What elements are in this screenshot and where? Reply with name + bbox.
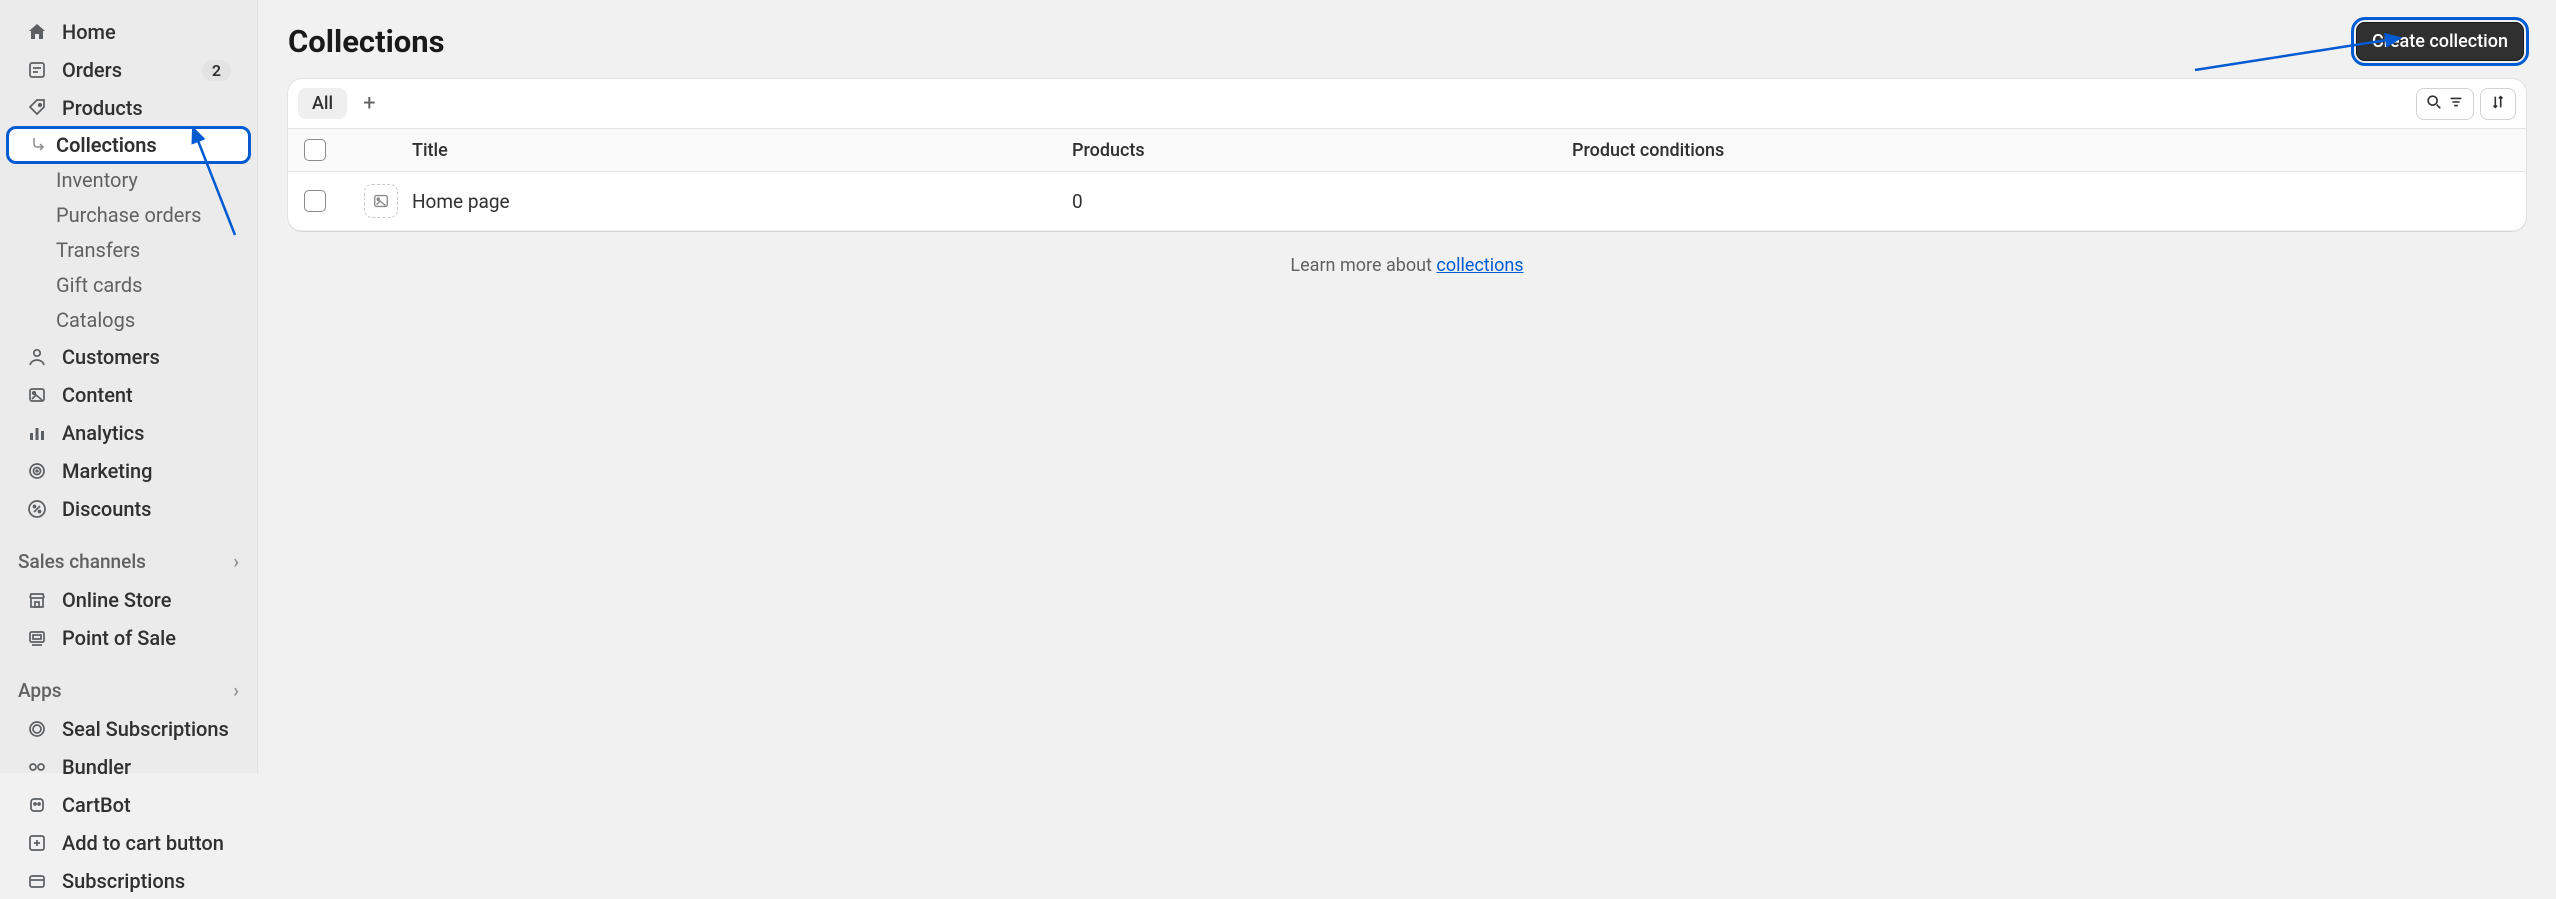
home-icon <box>26 21 48 43</box>
app-icon <box>26 832 48 854</box>
sidebar-item-label: Subscriptions <box>62 869 185 893</box>
sidebar-subitem-transfers[interactable]: Transfers <box>8 233 249 267</box>
sidebar-subitem-gift-cards[interactable]: Gift cards <box>8 268 249 302</box>
sort-icon <box>2489 93 2507 115</box>
sidebar-subitem-inventory[interactable]: Inventory <box>8 163 249 197</box>
sidebar-subitem-collections[interactable]: Collections <box>8 128 249 162</box>
sidebar-item-cartbot[interactable]: CartBot <box>8 787 249 823</box>
sidebar-item-marketing[interactable]: Marketing <box>8 453 249 489</box>
sidebar-item-label: Products <box>62 96 143 120</box>
select-all-checkbox[interactable] <box>304 139 326 161</box>
sidebar-item-label: Purchase orders <box>56 203 201 227</box>
sidebar-item-label: Bundler <box>62 755 131 779</box>
chevron-right-icon: › <box>233 679 239 702</box>
sidebar-item-label: Add to cart button <box>62 831 224 855</box>
learn-more-footer: Learn more about collections <box>258 231 2556 300</box>
section-label: Sales channels <box>18 550 146 573</box>
sidebar: Home Orders 2 Products Collections Inven… <box>0 0 258 773</box>
target-icon <box>26 460 48 482</box>
pos-icon <box>26 627 48 649</box>
search-filter-button[interactable] <box>2416 88 2474 120</box>
section-header-sales-channels[interactable]: Sales channels › <box>0 543 257 580</box>
sidebar-item-pos[interactable]: Point of Sale <box>8 620 249 656</box>
app-icon <box>26 718 48 740</box>
orders-icon <box>26 59 48 81</box>
sidebar-item-discounts[interactable]: Discounts <box>8 491 249 527</box>
search-icon <box>2425 93 2443 115</box>
section-header-apps[interactable]: Apps › <box>0 672 257 709</box>
collections-help-link[interactable]: collections <box>1436 255 1523 276</box>
column-header-conditions[interactable]: Product conditions <box>1572 140 2510 161</box>
app-icon <box>26 870 48 892</box>
sidebar-item-online-store[interactable]: Online Store <box>8 582 249 618</box>
sidebar-item-label: Online Store <box>62 588 171 612</box>
table-header: Title Products Product conditions <box>288 128 2526 172</box>
sidebar-item-customers[interactable]: Customers <box>8 339 249 375</box>
sidebar-item-products[interactable]: Products <box>8 90 249 126</box>
learn-more-text: Learn more about <box>1290 255 1436 276</box>
sidebar-item-orders[interactable]: Orders 2 <box>8 52 249 88</box>
column-header-title[interactable]: Title <box>412 140 1072 161</box>
add-tab-button[interactable]: + <box>353 87 385 120</box>
tag-icon <box>26 97 48 119</box>
sidebar-item-label: Transfers <box>56 238 140 262</box>
sidebar-item-label: Catalogs <box>56 308 135 332</box>
app-icon <box>26 794 48 816</box>
sidebar-item-label: Marketing <box>62 459 153 483</box>
plus-icon: + <box>363 91 375 116</box>
sidebar-item-label: Inventory <box>56 168 138 192</box>
row-products-count: 0 <box>1072 190 1572 213</box>
collection-thumbnail <box>364 184 398 218</box>
store-icon <box>26 589 48 611</box>
sidebar-item-home[interactable]: Home <box>8 14 249 50</box>
sidebar-item-label: Customers <box>62 345 160 369</box>
sidebar-item-subscriptions[interactable]: Subscriptions <box>8 863 249 899</box>
row-checkbox[interactable] <box>304 190 326 212</box>
column-header-products[interactable]: Products <box>1072 140 1572 161</box>
app-icon <box>26 756 48 778</box>
main-content: Collections Create collection All + <box>258 0 2556 773</box>
sidebar-item-label: CartBot <box>62 793 131 817</box>
sidebar-item-content[interactable]: Content <box>8 377 249 413</box>
sidebar-item-label: Gift cards <box>56 273 142 297</box>
sidebar-item-label: Orders <box>62 58 122 82</box>
analytics-icon <box>26 422 48 444</box>
sidebar-item-label: Collections <box>56 133 157 157</box>
filter-icon <box>2447 93 2465 115</box>
discount-icon <box>26 498 48 520</box>
content-icon <box>26 384 48 406</box>
sidebar-item-seal[interactable]: Seal Subscriptions <box>8 711 249 747</box>
sidebar-item-label: Content <box>62 383 133 407</box>
tabs-row: All + <box>288 79 2526 128</box>
sidebar-item-bundler[interactable]: Bundler <box>8 749 249 785</box>
subitem-arrow-icon <box>30 133 46 157</box>
sidebar-subitem-purchase-orders[interactable]: Purchase orders <box>8 198 249 232</box>
sidebar-item-label: Discounts <box>62 497 151 521</box>
orders-badge: 2 <box>202 60 231 81</box>
tab-all[interactable]: All <box>298 88 347 119</box>
row-title: Home page <box>412 190 1072 213</box>
sidebar-item-label: Home <box>62 20 116 44</box>
sidebar-item-label: Seal Subscriptions <box>62 717 229 741</box>
sidebar-item-label: Analytics <box>62 421 144 445</box>
table-row[interactable]: Home page 0 <box>288 172 2526 231</box>
collections-card: All + <box>288 79 2526 231</box>
sidebar-item-add-to-cart[interactable]: Add to cart button <box>8 825 249 861</box>
create-collection-button[interactable]: Create collection <box>2356 22 2524 61</box>
sidebar-item-analytics[interactable]: Analytics <box>8 415 249 451</box>
sidebar-item-label: Point of Sale <box>62 626 176 650</box>
user-icon <box>26 346 48 368</box>
sort-button[interactable] <box>2480 88 2516 120</box>
page-title: Collections <box>288 23 445 60</box>
section-label: Apps <box>18 679 62 702</box>
chevron-right-icon: › <box>233 550 239 573</box>
sidebar-subitem-catalogs[interactable]: Catalogs <box>8 303 249 337</box>
page-header: Collections Create collection <box>258 0 2556 79</box>
